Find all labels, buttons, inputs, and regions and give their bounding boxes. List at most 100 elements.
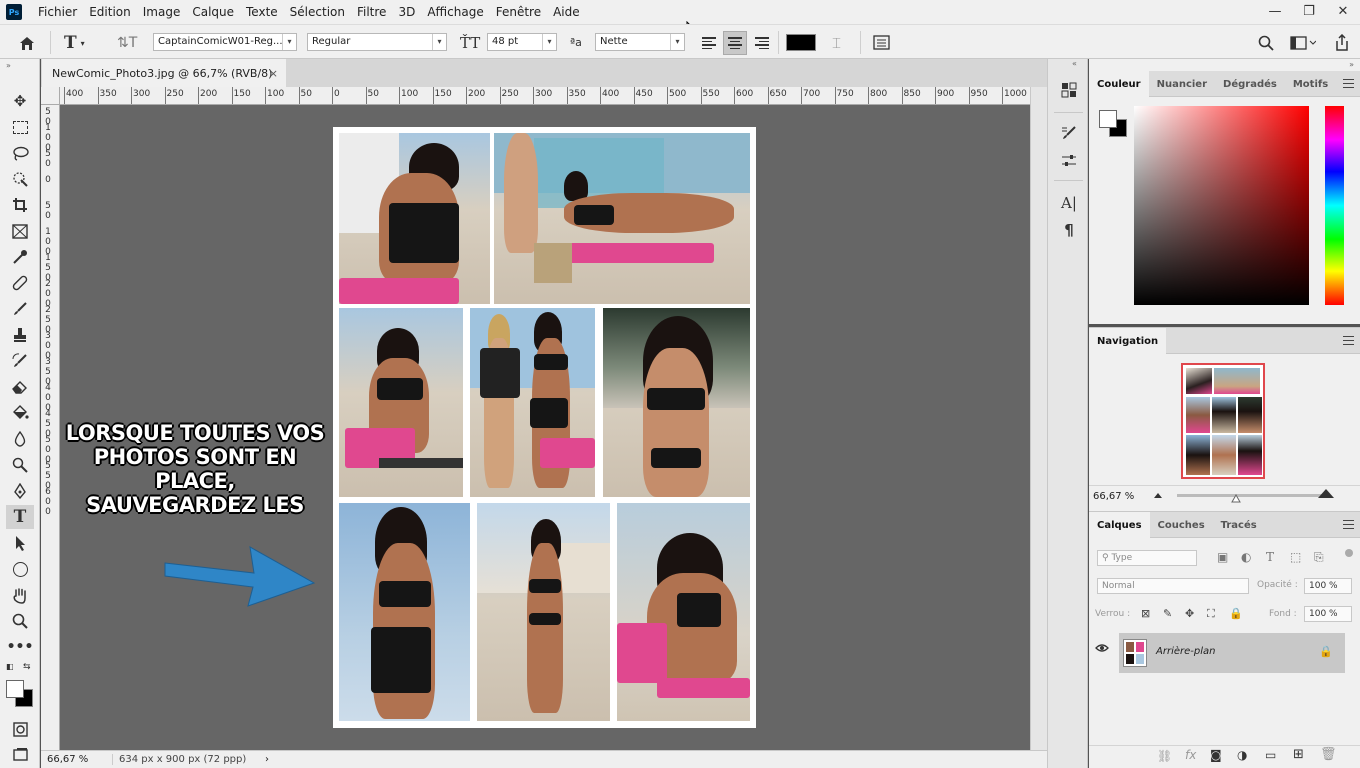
hue-slider[interactable]: [1325, 106, 1344, 305]
lock-pixels-icon[interactable]: ✎: [1163, 607, 1172, 620]
close-window-button[interactable]: ✕: [1326, 0, 1360, 22]
tab-calques[interactable]: Calques: [1089, 512, 1150, 538]
character-panel-icon[interactable]: [873, 25, 890, 60]
workspace-icon[interactable]: [1290, 25, 1316, 60]
menu-3d[interactable]: 3D: [392, 5, 421, 19]
crop-tool-icon[interactable]: [6, 193, 34, 217]
collapse-dock-icon[interactable]: »: [1349, 60, 1354, 69]
delete-layer-icon[interactable]: 🗑: [1320, 747, 1337, 762]
hand-tool-icon[interactable]: [6, 583, 34, 607]
adjustments-icon[interactable]: [1058, 150, 1080, 172]
lock-position-icon[interactable]: ✥: [1185, 607, 1194, 620]
brush-settings-icon[interactable]: [1058, 122, 1080, 144]
expand-panels-icon[interactable]: «: [1072, 59, 1077, 68]
color-panel-menu-icon[interactable]: [1343, 79, 1354, 88]
zoom-out-icon[interactable]: [1153, 491, 1163, 499]
restore-button[interactable]: ❐: [1292, 0, 1326, 22]
menu-affichage[interactable]: Affichage: [421, 5, 489, 19]
paint-bucket-tool-icon[interactable]: [6, 401, 34, 425]
foreground-color-swatch[interactable]: [6, 680, 24, 698]
opacity-field[interactable]: 100 %: [1304, 578, 1352, 594]
font-style-select[interactable]: Regular ▾: [307, 33, 447, 51]
vertical-scrollbar[interactable]: [1030, 87, 1047, 750]
link-layers-icon[interactable]: ⛓: [1157, 749, 1172, 763]
menu-image[interactable]: Image: [137, 5, 187, 19]
more-tools-icon[interactable]: •••: [6, 635, 34, 659]
add-mask-icon[interactable]: ◙: [1210, 748, 1222, 762]
menu-texte[interactable]: Texte: [240, 5, 284, 19]
navigation-preview[interactable]: [1181, 363, 1265, 479]
swap-colors-icon[interactable]: ⇆: [23, 662, 31, 672]
type-tool-icon[interactable]: T: [6, 505, 34, 529]
marquee-tool-icon[interactable]: [6, 115, 34, 139]
menu-fenetre[interactable]: Fenêtre: [490, 5, 547, 19]
quick-select-tool-icon[interactable]: [6, 167, 34, 191]
fill-field[interactable]: 100 %: [1304, 606, 1352, 622]
tab-couches[interactable]: Couches: [1150, 512, 1213, 538]
frame-tool-icon[interactable]: [6, 219, 34, 243]
path-selection-tool-icon[interactable]: [6, 531, 34, 555]
3d-panel-icon[interactable]: [1058, 79, 1080, 101]
lock-artboard-icon[interactable]: ⛶: [1207, 607, 1215, 621]
align-right-button[interactable]: [750, 31, 774, 55]
eyedropper-tool-icon[interactable]: [6, 245, 34, 269]
layer-row-background[interactable]: Arrière-plan 🔒: [1119, 633, 1345, 673]
filter-adjustment-icon[interactable]: ◐: [1241, 550, 1251, 564]
tab-couleur[interactable]: Couleur: [1089, 71, 1149, 97]
quick-mask-icon[interactable]: [6, 717, 34, 741]
blend-mode-select[interactable]: Normal: [1097, 578, 1249, 594]
lock-all-icon[interactable]: 🔒: [1229, 607, 1243, 620]
text-tool-preset-icon[interactable]: T ▾: [64, 25, 85, 60]
layer-name[interactable]: Arrière-plan: [1156, 646, 1215, 657]
tab-motifs[interactable]: Motifs: [1285, 71, 1336, 97]
filter-shape-icon[interactable]: ⬚: [1290, 550, 1301, 564]
default-colors-icon[interactable]: ◧: [6, 662, 14, 671]
menu-fichier[interactable]: Fichier: [32, 5, 83, 19]
new-layer-icon[interactable]: ⊞: [1293, 747, 1304, 762]
ruler-origin[interactable]: [41, 87, 60, 105]
align-left-button[interactable]: [697, 31, 721, 55]
layer-lock-icon[interactable]: 🔒: [1319, 645, 1333, 658]
filter-image-icon[interactable]: ▣: [1217, 550, 1228, 564]
document-tab[interactable]: NewComic_Photo3.jpg @ 66,7% (RVB/8) ×: [42, 59, 286, 87]
zoom-level[interactable]: 66,67 %: [41, 754, 113, 765]
text-color-swatch[interactable]: [786, 34, 816, 51]
font-size-select[interactable]: 48 pt ▾: [487, 33, 557, 51]
ellipse-tool-icon[interactable]: [6, 557, 34, 581]
stamp-tool-icon[interactable]: [6, 323, 34, 347]
menu-edition[interactable]: Edition: [83, 5, 137, 19]
screen-mode-icon[interactable]: [6, 742, 34, 766]
move-tool-icon[interactable]: ✥: [6, 89, 34, 113]
antialias-select[interactable]: Nette ▾: [595, 33, 685, 51]
layer-visibility-eye-icon[interactable]: [1095, 643, 1109, 656]
font-family-select[interactable]: CaptainComicW01-Reg... ▾: [153, 33, 297, 51]
menu-selection[interactable]: Sélection: [284, 5, 351, 19]
filter-type-icon[interactable]: T: [1266, 550, 1274, 564]
tab-degrades[interactable]: Dégradés: [1215, 71, 1285, 97]
layer-style-icon[interactable]: fx: [1185, 748, 1196, 762]
navigation-panel-menu-icon[interactable]: [1343, 336, 1354, 345]
healing-brush-tool-icon[interactable]: [6, 271, 34, 295]
new-adjustment-icon[interactable]: ◑: [1237, 748, 1247, 762]
blur-tool-icon[interactable]: [6, 427, 34, 451]
brush-tool-icon[interactable]: [6, 297, 34, 321]
tab-nuancier[interactable]: Nuancier: [1149, 71, 1215, 97]
filter-smart-object-icon[interactable]: ⎘: [1314, 550, 1324, 565]
text-orientation-icon[interactable]: ⇅T: [117, 25, 137, 60]
close-tab-icon[interactable]: ×: [269, 67, 278, 80]
zoom-tool-icon[interactable]: [6, 609, 34, 633]
new-group-icon[interactable]: ▭: [1265, 748, 1276, 762]
zoom-slider-thumb[interactable]: [1231, 494, 1241, 503]
zoom-slider[interactable]: [1177, 494, 1327, 497]
minimize-button[interactable]: —: [1258, 0, 1292, 22]
color-field[interactable]: [1134, 106, 1309, 305]
menu-calque[interactable]: Calque: [186, 5, 240, 19]
menu-aide[interactable]: Aide: [547, 5, 586, 19]
share-icon[interactable]: [1334, 25, 1350, 60]
pen-tool-icon[interactable]: [6, 479, 34, 503]
filter-toggle-icon[interactable]: [1345, 549, 1353, 557]
navigation-zoom-value[interactable]: 66,67 %: [1093, 491, 1134, 502]
lock-transparency-icon[interactable]: ⊠: [1141, 607, 1150, 620]
paragraph-panel-icon[interactable]: ¶: [1058, 219, 1080, 241]
layer-filter-select[interactable]: ⚲ Type: [1097, 550, 1197, 566]
